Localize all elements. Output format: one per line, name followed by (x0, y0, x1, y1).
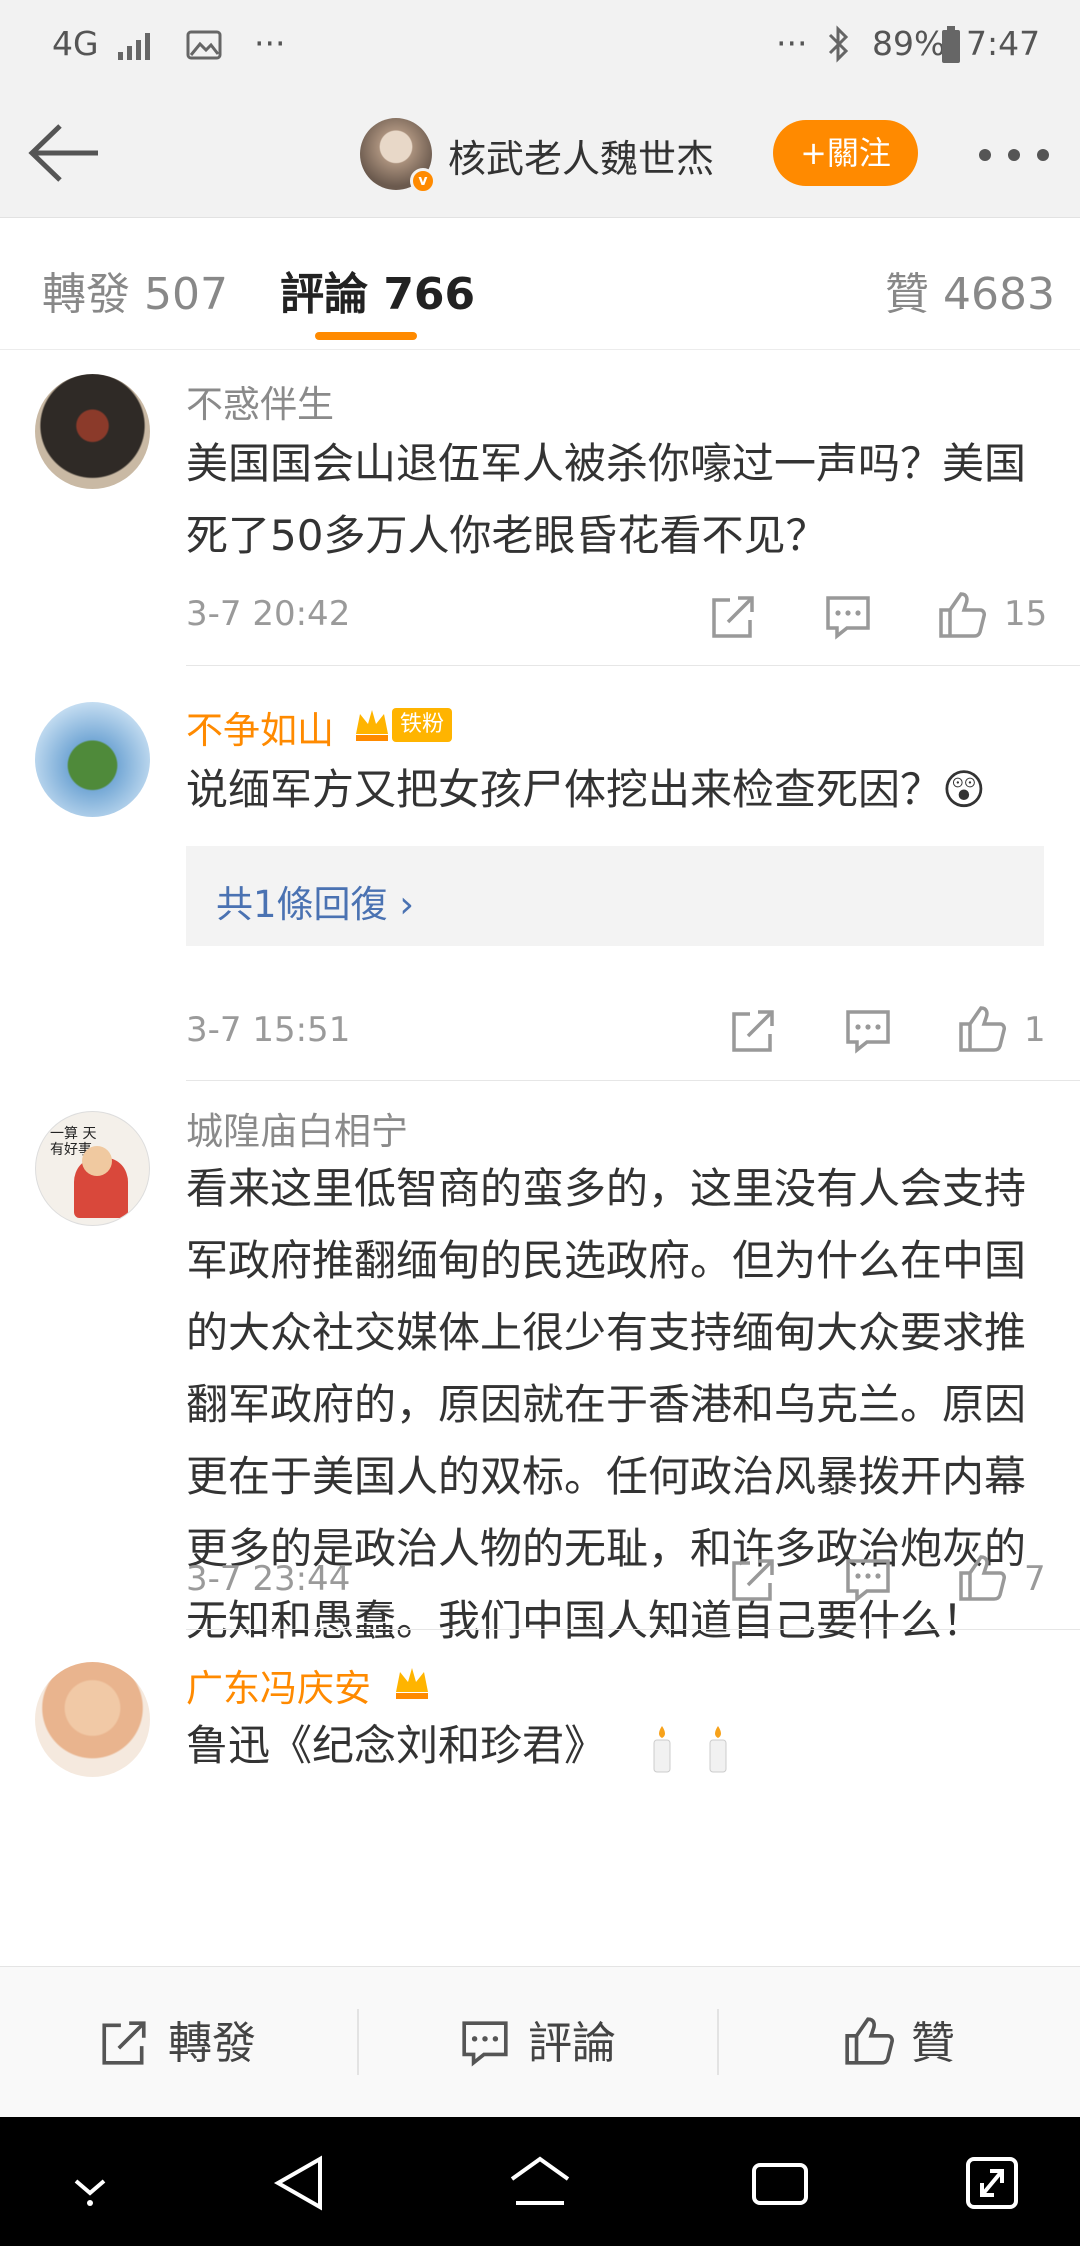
comment-time: 3-7 20:42 (186, 594, 351, 634)
comment-divider (186, 1080, 1080, 1081)
like-count: 7 (1024, 1559, 1046, 1599)
comment-divider (186, 665, 1080, 666)
replies-count-link[interactable]: 共1條回復 › (216, 874, 414, 928)
comment-icon[interactable] (459, 2017, 511, 2069)
crown-icon (396, 1668, 428, 1699)
comment-list[interactable]: 不惑伴生 美国国会山退伍军人被杀你嚎过一声吗？美国死了50多万人你老眼昏花看不见… (0, 350, 1080, 1970)
reply-icon[interactable] (823, 592, 873, 642)
repost-button[interactable]: 轉發 (168, 2007, 256, 2071)
tab-reposts[interactable]: 轉發 507 (42, 258, 228, 322)
more-notifications-icon: ··· (254, 24, 286, 63)
commenter-avatar[interactable] (35, 374, 150, 489)
separator (357, 2009, 359, 2075)
image-icon (186, 30, 222, 60)
post-tabs: 轉發 507 評論 766 贊 4683 (0, 218, 1080, 350)
comment-time: 3-7 23:44 (186, 1559, 351, 1599)
battery-icon (942, 26, 960, 63)
like-icon[interactable] (957, 1553, 1007, 1603)
comment-divider (186, 1629, 1080, 1630)
reply-icon[interactable] (843, 1555, 893, 1605)
candle-icon (653, 1726, 671, 1773)
network-type: 4G (52, 24, 99, 63)
crown-icon (356, 710, 388, 741)
commenter-avatar[interactable] (35, 702, 150, 817)
share-icon[interactable] (728, 1006, 778, 1056)
rotate-screen-icon[interactable] (960, 2153, 1024, 2213)
commenter-name[interactable]: 广东冯庆安 (186, 1658, 371, 1712)
back-arrow-icon[interactable] (26, 118, 102, 188)
back-nav-icon[interactable] (270, 2153, 334, 2213)
separator (717, 2009, 719, 2075)
active-tab-indicator (315, 332, 417, 340)
like-icon[interactable] (937, 590, 987, 640)
more-status-icon: ··· (776, 24, 808, 63)
commenter-name[interactable]: 城隍庙白相宁 (186, 1101, 408, 1155)
recents-nav-icon[interactable] (748, 2153, 812, 2213)
dismiss-keyboard-icon[interactable] (58, 2153, 122, 2213)
share-icon[interactable] (708, 592, 758, 642)
like-count: 15 (1004, 594, 1048, 634)
comment-button[interactable]: 評論 (528, 2007, 616, 2071)
bluetooth-icon (828, 25, 849, 63)
like-icon[interactable] (957, 1004, 1007, 1054)
fan-badge: 铁粉 (392, 708, 453, 742)
like-count: 1 (1024, 1010, 1046, 1050)
home-nav-icon[interactable] (508, 2153, 572, 2213)
bottom-action-bar: 轉發 評論 贊 (0, 1966, 1080, 2117)
commenter-avatar[interactable] (35, 1662, 150, 1777)
candle-icon (709, 1726, 727, 1773)
author-name[interactable]: 核武老人魏世杰 (448, 128, 714, 183)
commenter-name[interactable]: 不惑伴生 (186, 374, 334, 428)
signal-icon (118, 33, 150, 60)
comment-text: 说缅军方又把女孩尸体挖出来检查死因？😲 (186, 765, 986, 814)
commenter-avatar[interactable]: 一算 天有好事 (35, 1111, 150, 1226)
comment-time: 3-7 15:51 (186, 1010, 351, 1050)
tab-comments[interactable]: 評論 766 (280, 258, 475, 322)
more-options-icon[interactable] (978, 148, 1050, 162)
repost-icon[interactable] (98, 2017, 150, 2069)
comment-text: 鲁迅《纪念刘和珍君》 (186, 1721, 607, 1770)
commenter-name[interactable]: 不争如山 (186, 700, 334, 754)
like-button[interactable]: 贊 (911, 2007, 955, 2071)
system-nav-bar (0, 2117, 1080, 2246)
profile-header: v 核武老人魏世杰 +關注 (0, 90, 1080, 218)
battery-percent: 89% (872, 24, 946, 63)
tab-likes[interactable]: 贊 4683 (885, 258, 1055, 322)
status-bar: 4G ··· ··· 89% 7:47 (0, 0, 1080, 90)
follow-button[interactable]: +關注 (773, 120, 918, 186)
clock: 7:47 (966, 24, 1041, 63)
like-icon[interactable] (843, 2015, 895, 2067)
comment-text: 美国国会山退伍军人被杀你嚎过一声吗？美国死了50多万人你老眼昏花看不见？ (186, 439, 1027, 560)
replies-box[interactable]: 共1條回復 › (186, 846, 1044, 946)
share-icon[interactable] (728, 1555, 778, 1605)
reply-icon[interactable] (843, 1006, 893, 1056)
verified-badge: v (410, 168, 436, 194)
